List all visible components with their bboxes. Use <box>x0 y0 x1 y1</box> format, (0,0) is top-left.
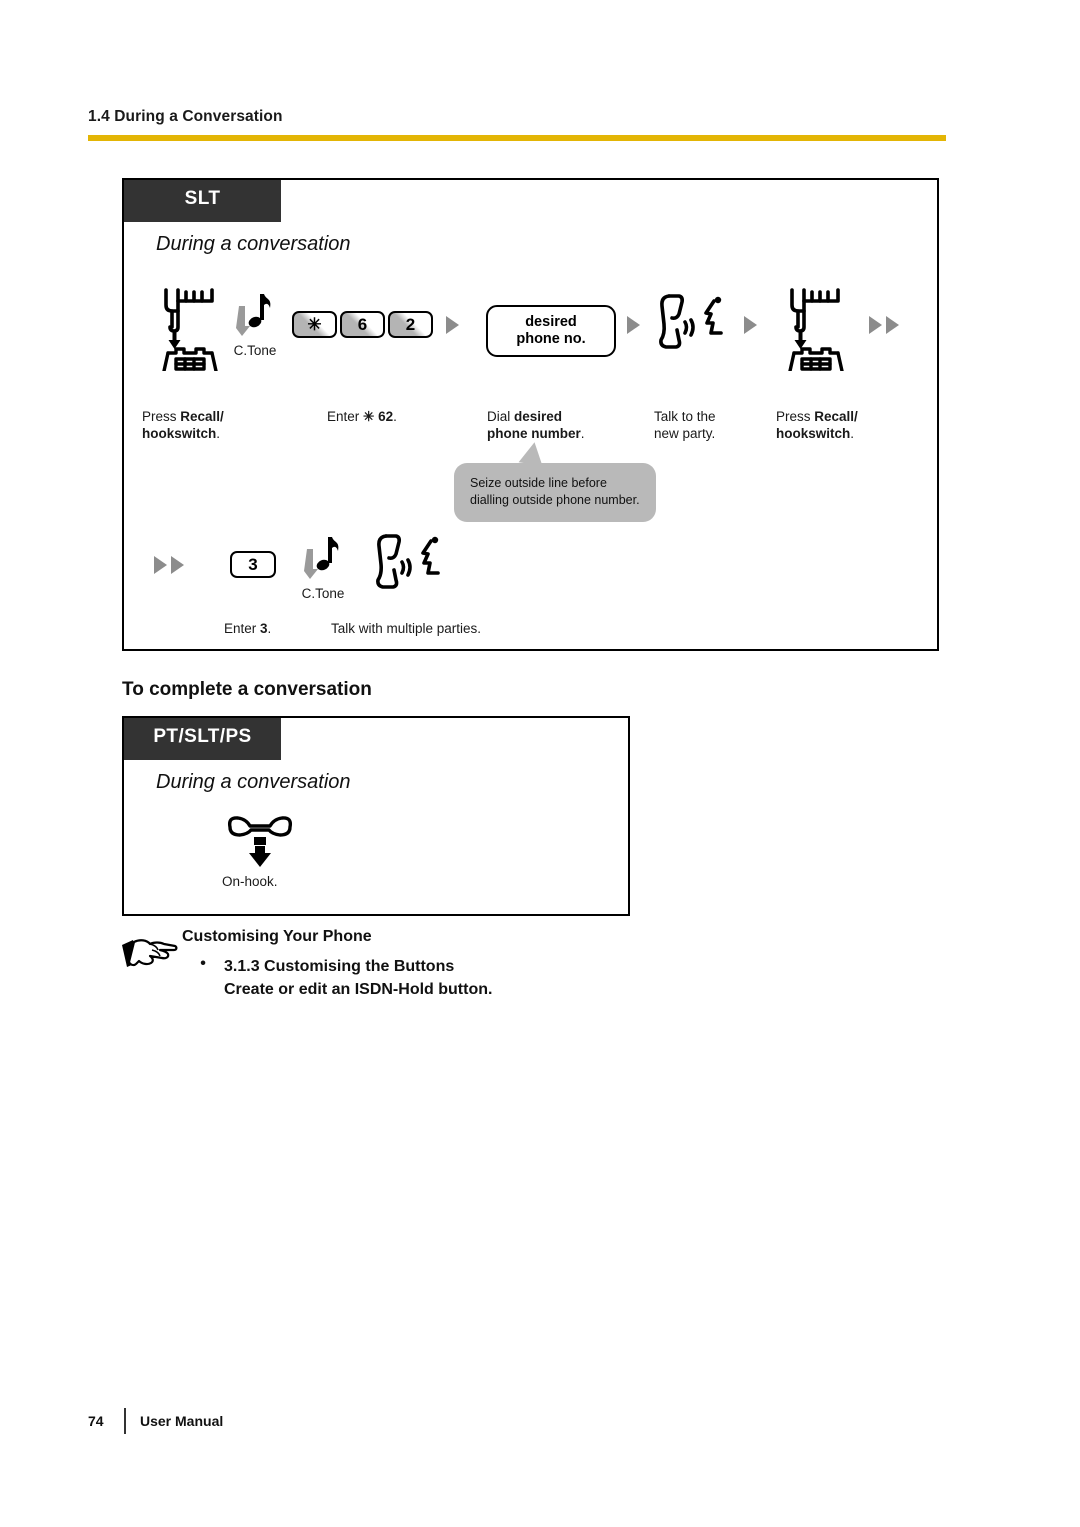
caption-step-5-bold-2: hookswitch <box>776 426 851 441</box>
customising-title: Customising Your Phone <box>182 928 372 945</box>
caption-step-5: Press Recall/hookswitch. <box>776 408 926 442</box>
pill-line-2: phone no. <box>516 331 586 347</box>
caption-step-4: Talk to the new party. <box>654 408 784 442</box>
ptsltps-diagram-box: PT/SLT/PS During a conversation On-hook. <box>122 716 630 916</box>
callout-line-2: dialling outside phone number. <box>470 493 640 507</box>
key-6[interactable]: 6 <box>340 311 385 338</box>
flow-arrow-3 <box>744 316 757 334</box>
key-2[interactable]: 2 <box>388 311 433 338</box>
callout-tail <box>518 440 546 466</box>
ptsltps-box-tag: PT/SLT/PS <box>124 718 281 760</box>
pointing-hand-icon <box>120 936 182 972</box>
on-hook-handset-icon <box>224 811 296 869</box>
customising-reference: 3.1.3 Customising the Buttons Create or … <box>224 955 492 1001</box>
talk-handset-icon-1 <box>657 292 727 354</box>
to-complete-a-conversation-heading: To complete a conversation <box>122 679 372 700</box>
footer-page-number: 74 <box>88 1413 104 1429</box>
caption-step-4-line-2: new party. <box>654 426 716 441</box>
customising-line-2: Create or edit an ISDN-Hold button. <box>224 981 493 998</box>
keypad-sequence-3: 3 <box>230 551 276 578</box>
caption-row2-period: . <box>267 621 272 636</box>
flow-arrow-double-2-b <box>171 556 184 574</box>
caption-step-3: Dial desired phone number. <box>487 408 657 442</box>
slt-box-tag: SLT <box>124 180 281 222</box>
keypad-sequence-star-6-2: ✳ 6 2 <box>292 311 433 338</box>
caption-step-3-period: . <box>580 426 585 441</box>
flow-arrow-1 <box>446 316 459 334</box>
caption-step-4-line-1: Talk to the <box>654 409 716 424</box>
caption-step-3-bold-2: phone number <box>487 426 581 441</box>
customising-bullet-marker: • <box>200 955 206 972</box>
caption-row2-talk-multiple: Talk with multiple parties. <box>331 621 482 636</box>
customising-your-phone-block: Customising Your Phone • 3.1.3 Customisi… <box>120 928 720 1001</box>
key-3[interactable]: 3 <box>230 551 276 578</box>
caption-step-1-period: . <box>216 426 221 441</box>
caption-on-hook: On-hook. <box>222 874 278 889</box>
caption-step-1: Press Recall/hookswitch. <box>142 408 292 442</box>
caption-step-5-plain: Press <box>776 409 815 424</box>
talk-handset-icon-2 <box>374 532 444 594</box>
confirmation-tone-icon-2 <box>304 535 342 583</box>
caption-row2-enter-3: Enter 3. <box>224 620 344 637</box>
press-hookswitch-icon-2 <box>782 285 854 373</box>
page-footer: 74 User Manual <box>88 1408 223 1434</box>
seize-outside-line-callout: Seize outside line before dialling outsi… <box>454 463 656 522</box>
caption-step-1-bold-2: hookswitch <box>142 426 217 441</box>
customising-line-1: 3.1.3 Customising the Buttons <box>224 958 455 975</box>
caption-step-5-period: . <box>850 426 855 441</box>
slt-diagram-box: SLT During a conversation C.Tone ✳ 6 2 d… <box>122 178 939 651</box>
confirmation-tone-icon <box>236 292 274 340</box>
flow-arrow-2 <box>627 316 640 334</box>
customising-bullet-row: • 3.1.3 Customising the Buttons Create o… <box>182 955 720 1001</box>
caption-step-2-plain: Enter <box>327 409 364 424</box>
page-header: 1.4 During a Conversation <box>88 108 948 141</box>
ptsltps-box-subtitle: During a conversation <box>156 771 351 793</box>
flow-arrow-double-1-a <box>869 316 882 334</box>
slt-box-subtitle: During a conversation <box>156 233 351 255</box>
ctone-label-2: C.Tone <box>301 586 345 601</box>
caption-row2-bold: 3 <box>260 621 268 636</box>
caption-step-2-bold: ✳ 62 <box>363 409 394 424</box>
caption-step-1-bold-1: Recall/ <box>180 409 224 424</box>
pill-line-1: desired <box>525 314 577 330</box>
caption-step-2: Enter ✳ 62. <box>327 408 487 425</box>
footer-divider <box>124 1408 126 1434</box>
caption-step-2-period: . <box>393 409 397 424</box>
callout-line-1: Seize outside line before <box>470 476 607 490</box>
caption-step-5-bold-1: Recall/ <box>814 409 858 424</box>
caption-step-3-plain: Dial <box>487 409 515 424</box>
caption-row2-plain: Enter <box>224 621 261 636</box>
flow-arrow-double-1-b <box>886 316 899 334</box>
flow-arrow-double-2-a <box>154 556 167 574</box>
page-title: 1.4 During a Conversation <box>88 108 283 125</box>
caption-step-1-plain: Press <box>142 409 181 424</box>
header-rule <box>88 135 946 141</box>
desired-phone-no-box: desired phone no. <box>486 305 616 357</box>
key-star[interactable]: ✳ <box>292 311 337 338</box>
footer-document-label: User Manual <box>140 1413 224 1429</box>
ctone-label-1: C.Tone <box>233 343 277 358</box>
press-hookswitch-icon <box>156 285 228 373</box>
caption-step-3-bold-1: desired <box>514 409 563 424</box>
